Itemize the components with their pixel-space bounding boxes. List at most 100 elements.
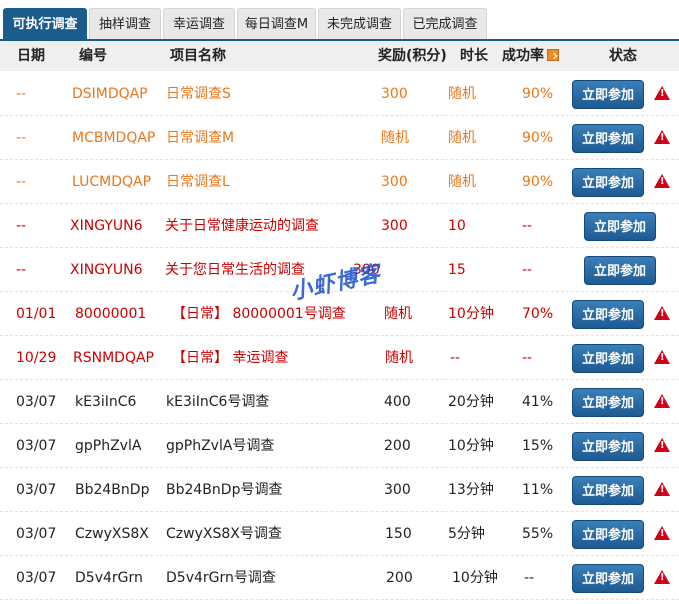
row-success-rate: 70%: [522, 306, 554, 322]
join-now-button[interactable]: 立即参加: [572, 476, 644, 505]
table-row: 03/07 gpPhZvlA gpPhZvlA号调查 200 10分钟 15% 立即参加: [0, 424, 679, 468]
join-now-button[interactable]: 立即参加: [572, 520, 644, 549]
join-now-button[interactable]: 立即参加: [572, 388, 644, 417]
row-reward: 随机: [384, 306, 412, 322]
row-name: 日常调查L: [166, 174, 230, 190]
row-success-rate: --: [524, 570, 535, 586]
header-reward: 奖励(积分): [378, 48, 447, 64]
row-duration: 20分钟: [448, 394, 494, 410]
row-success-rate: 15%: [522, 438, 554, 454]
row-date: 03/07: [16, 438, 57, 454]
row-success-rate: 11%: [522, 482, 554, 498]
warning-icon[interactable]: [654, 526, 670, 540]
header-rate-label: 成功率: [502, 48, 544, 64]
table-header: 日期 编号 项目名称 奖励(积分) 时长 成功率 状态: [0, 41, 679, 71]
tab-sample-surveys[interactable]: 抽样调查: [89, 8, 161, 39]
table-row: -- MCBMDQAP 日常调查M 随机 随机 90% 立即参加: [0, 116, 679, 160]
row-name: CzwyXS8X号调查: [166, 526, 282, 542]
table-row: 03/07 Bb24BnDp Bb24BnDp号调查 300 13分钟 11% 立即参加: [0, 468, 679, 512]
row-duration: 10分钟: [448, 438, 494, 454]
row-reward: 随机: [385, 350, 413, 366]
row-code: kE3iInC6: [75, 394, 137, 410]
row-code: XINGYUN6: [70, 262, 143, 278]
row-date: 01/01: [16, 306, 57, 322]
tab-executable-surveys[interactable]: 可执行调查: [3, 8, 87, 39]
row-success-rate: 41%: [522, 394, 554, 410]
row-duration: 10分钟: [452, 570, 498, 586]
row-duration: 10分钟: [448, 306, 494, 322]
survey-tabs: 可执行调查 抽样调查 幸运调查 每日调查M 未完成调查 已完成调查: [0, 0, 679, 41]
table-row: -- DSIMDQAP 日常调查S 300 随机 90% 立即参加: [0, 72, 679, 116]
row-date: 03/07: [16, 570, 57, 586]
warning-icon[interactable]: [654, 482, 670, 496]
header-rate[interactable]: 成功率: [502, 41, 559, 71]
row-name: 日常调查S: [166, 86, 231, 102]
row-reward: 200: [386, 570, 413, 586]
tab-finished-surveys[interactable]: 已完成调查: [403, 8, 487, 39]
row-date: 03/07: [16, 526, 57, 542]
row-date: --: [16, 262, 27, 278]
warning-icon[interactable]: [654, 86, 670, 100]
row-date: 03/07: [16, 482, 57, 498]
row-duration: 13分钟: [448, 482, 494, 498]
tab-lucky-surveys[interactable]: 幸运调查: [163, 8, 235, 39]
table-row: 03/07 D5v4rGrn D5v4rGrn号调查 200 10分钟 -- 立即参加: [0, 556, 679, 600]
warning-icon[interactable]: [654, 394, 670, 408]
row-code: RSNMDQAP: [73, 350, 154, 366]
join-now-button[interactable]: 立即参加: [584, 256, 656, 285]
join-now-button[interactable]: 立即参加: [572, 564, 644, 593]
row-name: 关于日常健康运动的调查: [165, 218, 319, 234]
row-code: LUCMDQAP: [72, 174, 152, 190]
table-row: -- LUCMDQAP 日常调查L 300 随机 90% 立即参加: [0, 160, 679, 204]
tab-unfinished-surveys[interactable]: 未完成调查: [318, 8, 401, 39]
row-name: Bb24BnDp号调查: [166, 482, 283, 498]
join-now-button[interactable]: 立即参加: [572, 124, 644, 153]
row-reward: 300: [381, 174, 408, 190]
row-code: CzwyXS8X: [75, 526, 149, 542]
row-duration: 随机: [448, 174, 476, 190]
row-name: 【日常】 幸运调查: [172, 350, 289, 366]
table-row: 10/29 RSNMDQAP 【日常】 幸运调查 随机 -- -- 立即参加: [0, 336, 679, 380]
row-reward: 随机: [381, 130, 409, 146]
warning-icon[interactable]: [654, 130, 670, 144]
warning-icon[interactable]: [654, 350, 670, 364]
header-name: 项目名称: [170, 48, 226, 64]
join-now-button[interactable]: 立即参加: [572, 80, 644, 109]
row-reward: 300: [381, 218, 408, 234]
row-name: gpPhZvlA号调查: [166, 438, 275, 454]
join-now-button[interactable]: 立即参加: [572, 168, 644, 197]
sort-icon[interactable]: [547, 49, 559, 61]
table-row: 03/07 kE3iInC6 kE3iInC6号调查 400 20分钟 41% 立即参加: [0, 380, 679, 424]
warning-icon[interactable]: [654, 306, 670, 320]
row-name: kE3iInC6号调查: [166, 394, 270, 410]
row-success-rate: --: [522, 262, 533, 278]
tab-daily-surveys-m[interactable]: 每日调查M: [237, 8, 316, 39]
warning-icon[interactable]: [654, 570, 670, 584]
row-reward: 200: [384, 438, 411, 454]
table-row: 03/07 CzwyXS8X CzwyXS8X号调查 150 5分钟 55% 立即参加: [0, 512, 679, 556]
row-code: MCBMDQAP: [72, 130, 156, 146]
row-date: --: [16, 218, 27, 234]
row-date: 03/07: [16, 394, 57, 410]
join-now-button[interactable]: 立即参加: [584, 212, 656, 241]
row-duration: 15: [448, 262, 466, 278]
row-success-rate: 90%: [522, 86, 554, 102]
row-success-rate: 90%: [522, 130, 554, 146]
warning-icon[interactable]: [654, 438, 670, 452]
row-reward: 300: [381, 86, 408, 102]
row-duration: 随机: [448, 86, 476, 102]
row-success-rate: --: [522, 218, 533, 234]
header-date: 日期: [17, 48, 45, 64]
row-code: 80000001: [75, 306, 147, 322]
join-now-button[interactable]: 立即参加: [572, 300, 644, 329]
row-code: gpPhZvlA: [75, 438, 142, 454]
join-now-button[interactable]: 立即参加: [572, 432, 644, 461]
join-now-button[interactable]: 立即参加: [572, 344, 644, 373]
header-code: 编号: [79, 48, 107, 64]
row-success-rate: 90%: [522, 174, 554, 190]
row-name: 关于您日常生活的调查: [165, 262, 305, 278]
warning-icon[interactable]: [654, 174, 670, 188]
row-code: Bb24BnDp: [75, 482, 150, 498]
row-name: D5v4rGrn号调查: [166, 570, 276, 586]
table-row: -- XINGYUN6 关于日常健康运动的调查 300 10 -- 立即参加: [0, 204, 679, 248]
